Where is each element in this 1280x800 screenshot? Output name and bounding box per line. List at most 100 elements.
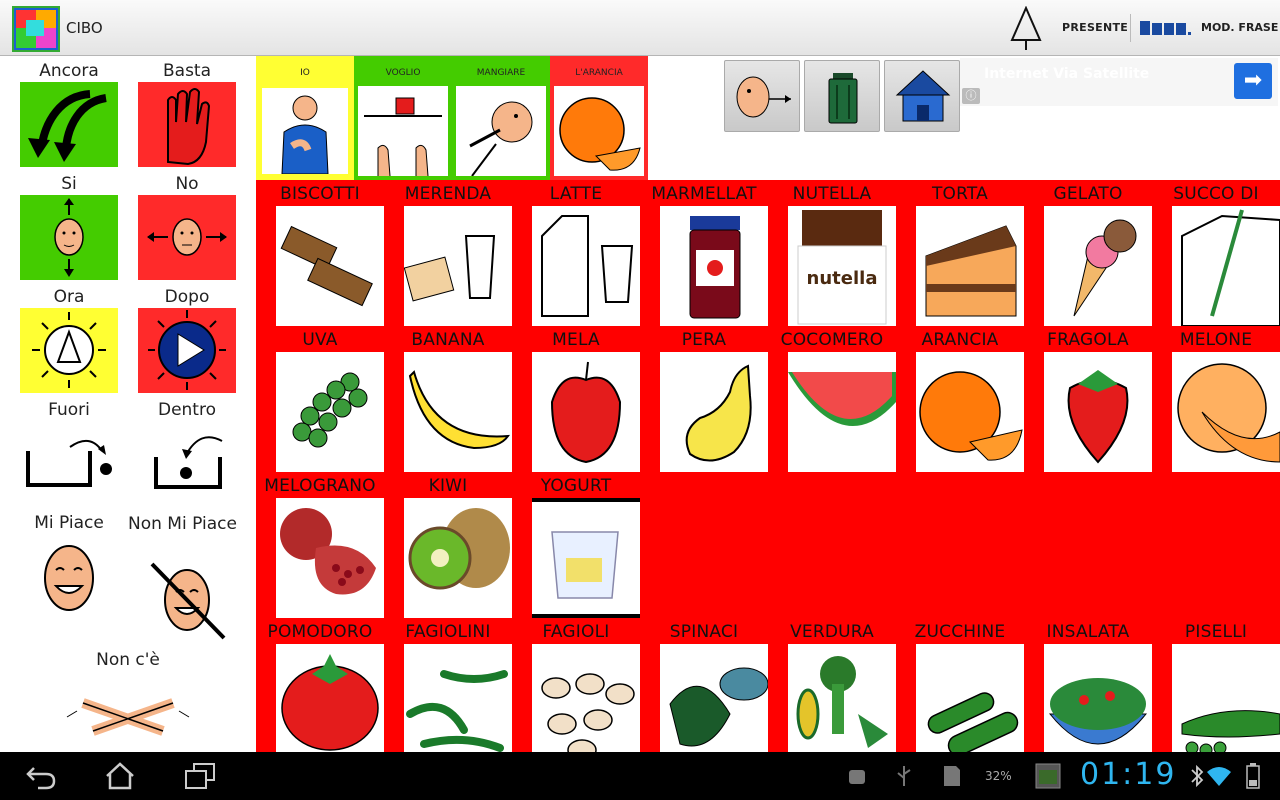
tense-label[interactable]: PRESENTE	[1062, 21, 1128, 34]
grid-item-uva[interactable]: UVA	[256, 326, 384, 472]
grid-item-mela[interactable]: MELA	[512, 326, 640, 472]
grid-item-kiwi[interactable]: KIWI	[384, 472, 512, 618]
delete-button[interactable]	[804, 60, 880, 132]
back-icon[interactable]	[24, 762, 56, 790]
quick-fuori[interactable]: Fuori	[10, 399, 128, 506]
in-icon	[138, 421, 236, 506]
quick-non-ce[interactable]: Non c'è	[63, 649, 193, 752]
grid-item-yogurt[interactable]: YOGURT	[512, 472, 640, 618]
grid-item-latte[interactable]: LATTE	[512, 180, 640, 326]
quick-non-mi-piace[interactable]: Non Mi Piace	[128, 512, 246, 643]
quick-dentro[interactable]: Dentro	[128, 399, 246, 506]
quick-ora[interactable]: Ora	[10, 286, 128, 393]
grid-item-label: ARANCIA	[921, 330, 999, 350]
grid-item-insalata[interactable]: INSALATA	[1024, 618, 1152, 752]
ad-banner[interactable]: Internet Via Satellite ➡ ⓘ	[960, 58, 1278, 106]
none-crossed-arms-icon	[63, 671, 193, 752]
grid-item-melograno[interactable]: MELOGRANO	[256, 472, 384, 618]
grid-item-fagiolini[interactable]: FAGIOLINI	[384, 618, 512, 752]
speak-button[interactable]	[724, 60, 800, 132]
grid-item-fagioli[interactable]: FAGIOLI	[512, 618, 640, 752]
grid-item-label: TORTA	[931, 184, 989, 204]
sentence-mode-label[interactable]: MOD. FRASE	[1201, 21, 1278, 34]
phrase-word-io[interactable]: IO	[256, 56, 354, 180]
again-arrows-icon	[20, 82, 118, 167]
grid-item-label: SPINACI	[669, 622, 739, 642]
arrow-right-icon[interactable]: ➡	[1234, 63, 1272, 99]
melon-icon	[1172, 352, 1280, 472]
now-sun-icon	[20, 308, 118, 393]
quick-dopo[interactable]: Dopo	[128, 286, 246, 393]
quick-ancora[interactable]: Ancora	[10, 60, 128, 167]
grid-item-arancia[interactable]: ARANCIA	[896, 326, 1024, 472]
grid-item-fragola[interactable]: FRAGOLA	[1024, 326, 1152, 472]
quick-basta[interactable]: Basta	[128, 60, 246, 167]
grid-item-zucchine[interactable]: ZUCCHINE	[896, 618, 1024, 752]
grid-item-succo[interactable]: SUCCO DI	[1152, 180, 1280, 326]
home-icon	[895, 70, 951, 122]
grid-item-label: VERDURA	[790, 622, 874, 642]
grid-item-merenda[interactable]: MERENDA	[384, 180, 512, 326]
milk-icon	[532, 206, 640, 326]
info-icon[interactable]: ⓘ	[962, 88, 980, 104]
orange-icon	[916, 352, 1024, 472]
grid-item-biscotti[interactable]: BISCOTTI	[256, 180, 384, 326]
orange-fruit-icon	[554, 86, 644, 176]
juice-box-icon	[1172, 206, 1280, 326]
quick-label: Basta	[162, 61, 212, 81]
grid-item-verdura[interactable]: VERDURA	[768, 618, 896, 752]
recent-apps-icon[interactable]	[184, 762, 216, 790]
tense-tree-icon[interactable]	[1008, 6, 1044, 50]
phrase-word-voglio[interactable]: VOGLIO	[354, 56, 452, 180]
grid-item-melone[interactable]: MELONE	[1152, 326, 1280, 472]
grid-item-torta[interactable]: TORTA	[896, 180, 1024, 326]
jam-jar-icon	[660, 206, 768, 326]
phrase-word-mangiare[interactable]: MANGIARE	[452, 56, 550, 180]
yogurt-icon	[532, 498, 640, 618]
grid-item-label: FAGIOLI	[542, 622, 610, 642]
svg-text:nutella: nutella	[807, 268, 878, 289]
grid-item-marmellata[interactable]: MARMELLAT	[640, 180, 768, 326]
phrase-label: VOGLIO	[385, 68, 421, 78]
green-beans-icon	[404, 644, 512, 752]
biscuits-icon	[276, 206, 384, 326]
quick-label: Non Mi Piace	[128, 514, 237, 534]
phrase-strip: IO VOGLIO MANGIARE L'ARANCIA	[256, 56, 648, 180]
grid-item-label: MELONE	[1179, 330, 1253, 350]
phrase-label: L'ARANCIA	[575, 68, 623, 78]
quick-no[interactable]: No	[128, 173, 246, 280]
pear-icon	[660, 352, 768, 472]
snack-icon	[404, 206, 512, 326]
quick-mi-piace[interactable]: Mi Piace	[10, 512, 128, 619]
grid-item-label: SUCCO DI	[1173, 184, 1259, 204]
grid-item-banana[interactable]: BANANA	[384, 326, 512, 472]
phrase-word-arancia[interactable]: L'ARANCIA	[550, 56, 648, 180]
food-grid: BISCOTTI MERENDA LATTE MARMELLAT NUTELLA…	[256, 180, 1280, 752]
sentence-mode-icon[interactable]	[1140, 21, 1192, 35]
grid-item-label: MELA	[552, 330, 600, 350]
eat-icon	[456, 86, 546, 176]
home-button[interactable]	[884, 60, 960, 132]
kiwi-icon	[404, 498, 512, 618]
grid-item-cocomero[interactable]: COCOMERO	[768, 326, 896, 472]
grid-item-nutella[interactable]: NUTELLA nutella	[768, 180, 896, 326]
later-play-icon	[138, 308, 236, 393]
quick-label: Dentro	[157, 400, 216, 420]
quick-si[interactable]: Si	[10, 173, 128, 280]
quick-phrases-panel: Ancora Basta Si No Ora Dopo Fuori Dentro…	[0, 56, 256, 752]
grid-item-spinaci[interactable]: SPINACI	[640, 618, 768, 752]
app-logo-icon[interactable]	[12, 6, 60, 52]
grid-item-pera[interactable]: PERA	[640, 326, 768, 472]
grid-item-label: BISCOTTI	[280, 184, 360, 204]
ice-cream-icon	[1044, 206, 1152, 326]
grid-item-label: PISELLI	[1184, 622, 1248, 642]
home-nav-icon[interactable]	[104, 762, 136, 790]
grid-item-pomodoro[interactable]: POMODORO	[256, 618, 384, 752]
grid-item-gelato[interactable]: GELATO	[1024, 180, 1152, 326]
clock: 01:19	[1080, 757, 1177, 792]
quick-label: Mi Piace	[34, 513, 104, 533]
battery-percent: 32%	[985, 769, 1012, 783]
grid-item-piselli[interactable]: PISELLI	[1152, 618, 1280, 752]
grid-item-label: YOGURT	[540, 476, 612, 496]
app-title: CIBO	[66, 19, 103, 37]
